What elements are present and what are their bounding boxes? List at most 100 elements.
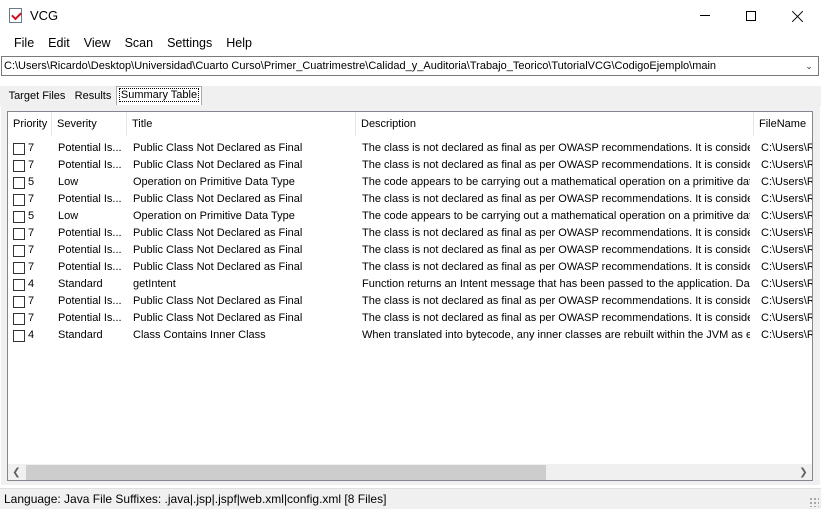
description-cell: When translated into bytecode, any inner… bbox=[362, 329, 750, 341]
row-checkbox[interactable] bbox=[13, 160, 25, 172]
menu-scan[interactable]: Scan bbox=[118, 32, 161, 55]
title-cell: Public Class Not Declared as Final bbox=[133, 295, 303, 307]
maximize-icon bbox=[746, 10, 756, 21]
row-checkbox[interactable] bbox=[13, 262, 25, 274]
table-row[interactable]: 7 Potential Is... Public Class Not Declare… bbox=[8, 311, 812, 328]
description-cell: The class is not declared as final as pe… bbox=[362, 159, 750, 171]
severity-cell: Potential Is... bbox=[58, 312, 122, 324]
menu-edit[interactable]: Edit bbox=[41, 32, 77, 55]
filename-cell: C:\Users\R bbox=[761, 142, 813, 154]
severity-cell: Potential Is... bbox=[58, 227, 122, 239]
tab-summary-table-label: Summary Table bbox=[118, 88, 200, 102]
table-row[interactable]: 7 Potential Is... Public Class Not Declare… bbox=[8, 260, 813, 277]
table-row[interactable]: 7 Potential Is... Public Class Not Declare… bbox=[8, 226, 812, 243]
chevron-down-icon[interactable]: ⌄ bbox=[801, 58, 817, 74]
title-cell: Class Contains Inner Class bbox=[133, 329, 266, 341]
description-cell: The class is not declared as final as pe… bbox=[362, 244, 750, 256]
close-icon bbox=[792, 10, 804, 22]
summary-panel: Priority Severity Title Description File… bbox=[1, 105, 820, 485]
description-cell: The class is not declared as final as pe… bbox=[362, 295, 750, 307]
row-checkbox[interactable] bbox=[13, 143, 25, 155]
menu-bar: File Edit View Scan Settings Help bbox=[0, 32, 821, 55]
table-row[interactable]: 7 Potential Is... Public Class Not Declare… bbox=[8, 158, 812, 175]
title-cell: getIntent bbox=[133, 278, 176, 290]
severity-cell: Low bbox=[58, 176, 79, 188]
column-header-severity[interactable]: Severity bbox=[52, 112, 127, 136]
menu-help[interactable]: Help bbox=[219, 32, 259, 55]
minimize-button[interactable] bbox=[682, 0, 728, 31]
row-checkbox[interactable] bbox=[13, 313, 25, 325]
maximize-button[interactable] bbox=[728, 0, 774, 31]
scroll-right-icon[interactable]: ❯ bbox=[795, 464, 812, 480]
row-checkbox[interactable] bbox=[13, 296, 25, 308]
close-button[interactable] bbox=[775, 0, 821, 31]
row-checkbox[interactable] bbox=[13, 177, 25, 189]
scrollbar-thumb[interactable] bbox=[26, 465, 546, 480]
row-checkbox[interactable] bbox=[13, 330, 25, 342]
table-row[interactable]: 4 Standard Class Contains Inner Class When … bbox=[8, 328, 812, 345]
severity-cell: Standard bbox=[58, 278, 103, 290]
description-cell: The code appears to be carrying out a ma… bbox=[362, 176, 750, 188]
table-row[interactable]: 5 Low Operation on Primitive Data Type The … bbox=[8, 175, 813, 192]
filename-cell: C:\Users\R bbox=[761, 261, 813, 273]
column-header-filename[interactable]: FileName bbox=[754, 112, 812, 136]
column-header-priority[interactable]: Priority bbox=[8, 112, 52, 136]
filename-cell: C:\Users\R bbox=[761, 295, 813, 307]
column-header-description[interactable]: Description bbox=[356, 112, 754, 136]
filename-cell: C:\Users\R bbox=[761, 278, 813, 290]
severity-cell: Potential Is... bbox=[58, 193, 122, 205]
priority-cell: 7 bbox=[28, 295, 35, 307]
tab-summary-table[interactable]: Summary Table bbox=[116, 86, 202, 106]
priority-cell: 7 bbox=[28, 159, 35, 171]
table-row[interactable]: 5 Low Operation on Primitive Data Type The … bbox=[8, 209, 812, 226]
title-cell: Public Class Not Declared as Final bbox=[133, 193, 303, 205]
description-cell: The class is not declared as final as pe… bbox=[362, 193, 750, 205]
status-bar: Language: Java File Suffixes: .java|.jsp… bbox=[0, 488, 821, 509]
vcg-app-icon bbox=[9, 8, 22, 23]
title-cell: Operation on Primitive Data Type bbox=[133, 176, 295, 188]
row-checkbox[interactable] bbox=[13, 228, 25, 240]
table-header: Priority Severity Title Description File… bbox=[8, 112, 812, 136]
table-row[interactable]: 7 Potential Is... Public Class Not Declare… bbox=[8, 294, 813, 311]
description-cell: The class is not declared as final as pe… bbox=[362, 142, 750, 154]
priority-cell: 7 bbox=[28, 227, 35, 239]
description-cell: The class is not declared as final as pe… bbox=[362, 227, 750, 239]
table-row[interactable]: 7 Potential Is... Public Class Not Declare… bbox=[8, 141, 813, 158]
row-checkbox[interactable] bbox=[13, 245, 25, 257]
menu-file[interactable]: File bbox=[7, 32, 41, 55]
scroll-left-icon[interactable]: ❮ bbox=[8, 464, 25, 480]
table-row[interactable]: 7 Potential Is... Public Class Not Declare… bbox=[8, 243, 812, 260]
filename-cell: C:\Users\R bbox=[761, 176, 813, 188]
title-cell: Public Class Not Declared as Final bbox=[133, 142, 303, 154]
row-checkbox[interactable] bbox=[13, 211, 25, 223]
target-path-value: C:\Users\Ricardo\Desktop\Universidad\Cua… bbox=[4, 60, 717, 72]
row-checkbox[interactable] bbox=[13, 279, 25, 291]
row-checkbox[interactable] bbox=[13, 194, 25, 206]
table-row[interactable]: 7 Potential Is... Public Class Not Declare… bbox=[8, 192, 813, 209]
description-cell: The code appears to be carrying out a ma… bbox=[362, 210, 750, 222]
priority-cell: 7 bbox=[28, 142, 35, 154]
priority-cell: 7 bbox=[28, 193, 35, 205]
table-body: 7 Potential Is... Public Class Not Declare… bbox=[8, 141, 813, 345]
horizontal-scrollbar[interactable]: ❮ ❯ bbox=[8, 464, 812, 480]
table-row[interactable]: 4 Standard getIntent Function returns an In… bbox=[8, 277, 813, 294]
tab-results[interactable]: Results bbox=[71, 88, 115, 106]
description-cell: The class is not declared as final as pe… bbox=[362, 312, 750, 324]
title-cell: Public Class Not Declared as Final bbox=[133, 261, 303, 273]
priority-cell: 5 bbox=[28, 176, 35, 188]
priority-cell: 5 bbox=[28, 210, 35, 222]
severity-cell: Standard bbox=[58, 329, 103, 341]
priority-cell: 4 bbox=[28, 278, 35, 290]
menu-view[interactable]: View bbox=[77, 32, 118, 55]
resize-grip-icon[interactable] bbox=[809, 497, 819, 507]
menu-settings[interactable]: Settings bbox=[160, 32, 219, 55]
target-path-combobox[interactable]: C:\Users\Ricardo\Desktop\Universidad\Cua… bbox=[1, 56, 819, 76]
title-cell: Operation on Primitive Data Type bbox=[133, 210, 295, 222]
priority-cell: 7 bbox=[28, 244, 35, 256]
column-header-title[interactable]: Title bbox=[127, 112, 356, 136]
tab-target-files[interactable]: Target Files bbox=[6, 88, 68, 106]
severity-cell: Potential Is... bbox=[58, 261, 122, 273]
priority-cell: 4 bbox=[28, 329, 35, 341]
description-cell: The class is not declared as final as pe… bbox=[362, 261, 750, 273]
filename-cell: C:\Users\R bbox=[761, 193, 813, 205]
